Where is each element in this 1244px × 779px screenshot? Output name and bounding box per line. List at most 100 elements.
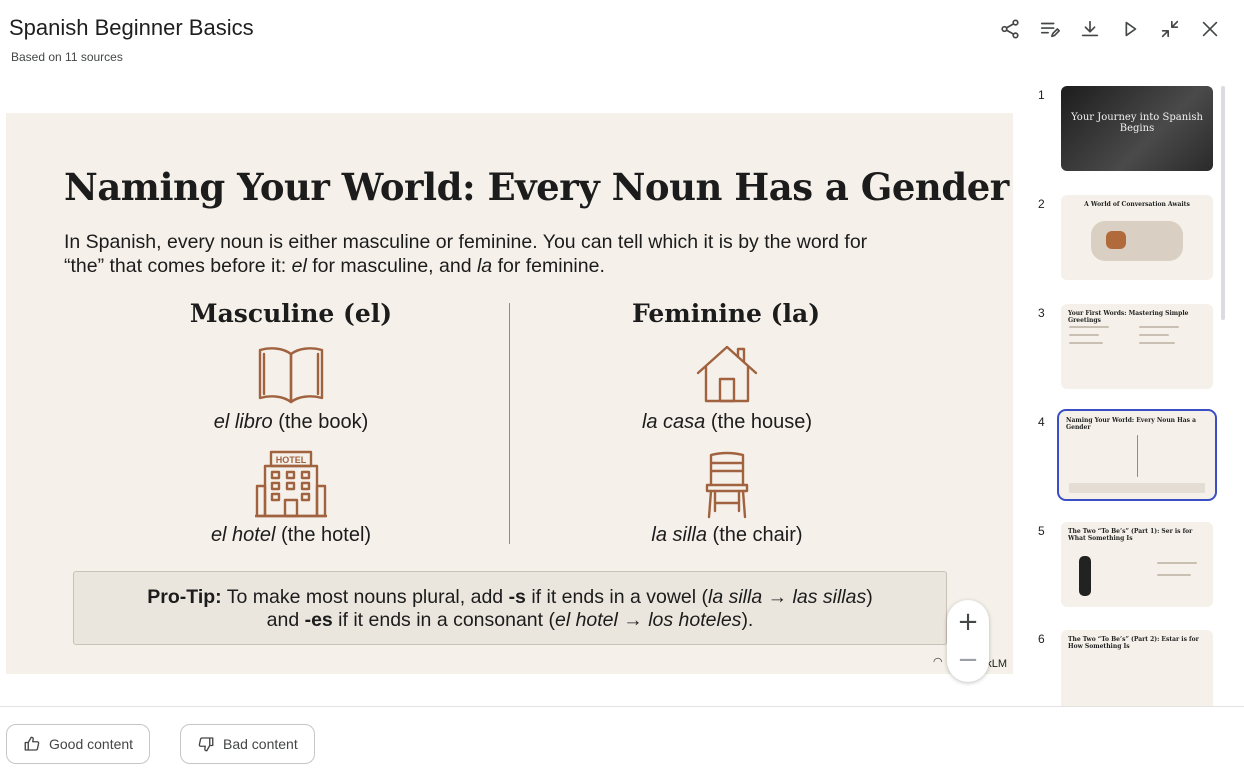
thumbnail-map [1091,221,1183,261]
protip-text: ) [866,586,873,608]
word-spanish: el hotel [210,524,276,546]
thumbnail-title: Your First Words: Mastering Simple Greet… [1068,310,1189,324]
intro-text: for masculine, and [306,255,477,277]
header: Spanish Beginner Basics Based on 11 sour… [0,0,1244,80]
word-spanish: la casa [641,411,706,433]
bad-content-label: Bad content [223,736,298,752]
thumbnail-line [1069,334,1099,336]
word-english: (the hotel) [275,524,372,546]
intro-el: el [291,255,307,277]
slide-thumbnails: 1 Your Journey into Spanish Begins 2 A W… [1030,84,1226,706]
close-icon [1202,21,1218,37]
book-icon [251,341,331,405]
slide-intro: In Spanish, every noun is either masculi… [64,230,964,278]
toolbar [992,14,1228,44]
brand-mark-icon: ◠ [933,656,943,668]
page-title: Spanish Beginner Basics [9,15,254,40]
thumbs-up-icon [24,736,40,751]
word-english: (the chair) [706,524,803,546]
thumbnail-title: The Two “To Be’s” (Part 1): Ser is for W… [1068,528,1193,542]
thumbnail-slide-4[interactable]: Naming Your World: Every Noun Has a Gend… [1057,409,1217,501]
thumbnail-line [1069,342,1103,344]
zoom-out-button[interactable]: − [947,640,989,680]
thumbnail-slide-2[interactable]: A World of Conversation Awaits [1061,195,1213,280]
protip-example: la silla → las sillas [708,586,867,608]
protip-suffix-s: -s [508,586,526,608]
chair-icon [687,449,767,521]
thumbnail-slide-5[interactable]: The Two “To Be’s” (Part 1): Ser is for W… [1061,522,1213,607]
intro-la: la [476,255,493,277]
thumbnail-slide-6[interactable]: The Two “To Be’s” (Part 2): Estar is for… [1061,630,1213,706]
hotel-icon: HOTEL [251,449,331,521]
feminine-heading: Feminine (la) [631,299,821,328]
thumbnail-line [1157,562,1197,564]
protip-suffix-es: -es [304,609,333,631]
edit-outline-button[interactable] [1032,14,1068,44]
intro-text: for feminine. [492,255,605,277]
intro-text: “the” that comes before it: [64,255,292,277]
share-button[interactable] [992,14,1028,44]
thumbnail-number: 4 [1038,415,1045,429]
thumbnail-map-highlight [1106,231,1126,249]
thumbnail-slide-3[interactable]: Your First Words: Mastering Simple Greet… [1061,304,1213,389]
thumbnail-number: 2 [1038,197,1045,211]
protip-label: Pro-Tip: [147,586,222,608]
thumbnail-item[interactable]: 1 Your Journey into Spanish Begins [1030,86,1226,176]
word-book: el libro (the book) [131,411,451,434]
word-house: la casa (the house) [567,411,887,434]
thumbnail-line [1139,334,1169,336]
word-english: (the house) [705,411,813,433]
collapse-icon [1161,20,1179,38]
zoom-controls: + − [947,600,989,682]
play-button[interactable] [1112,14,1148,44]
zoom-in-button[interactable]: + [947,602,989,642]
word-english: (the book) [272,411,369,433]
feedback-bar: Good content Bad content [0,706,1244,779]
bad-content-button[interactable]: Bad content [180,724,315,764]
thumbnail-item[interactable]: 6 The Two “To Be’s” (Part 2): Estar is f… [1030,630,1226,706]
slide-footer: kLM [986,658,1007,670]
slide-canvas: Naming Your World: Every Noun Has a Gend… [6,113,1013,674]
column-divider [509,303,510,544]
sources-caption: Based on 11 sources [11,50,123,64]
thumbnail-title: Naming Your World: Every Noun Has a Gend… [1066,417,1197,431]
thumbnail-line [1157,574,1191,576]
thumbnail-number: 5 [1038,524,1045,538]
protip-text: if it ends in a vowel ( [525,586,708,608]
edit-list-icon [1040,22,1060,38]
protip-text: and [266,609,305,631]
protip-box: Pro-Tip: To make most nouns plural, add … [73,571,947,645]
protip-example: el hotel → los hoteles [554,609,742,631]
download-button[interactable] [1072,14,1108,44]
house-icon [687,342,767,406]
thumbnail-title: The Two “To Be’s” (Part 2): Estar is for… [1068,636,1199,650]
thumbnail-item[interactable]: 3 Your First Words: Mastering Simple Gre… [1030,304,1226,394]
thumbnail-line [1069,326,1109,328]
thumbnail-figure [1079,556,1091,596]
thumbnail-line [1139,342,1175,344]
play-icon [1125,21,1137,37]
thumbnail-slide-1[interactable]: Your Journey into Spanish Begins [1061,86,1213,171]
thumbnails-scrollbar[interactable] [1221,86,1225,320]
thumbnail-number: 6 [1038,632,1045,646]
thumbnail-item[interactable]: 2 A World of Conversation Awaits [1030,195,1226,285]
word-spanish: el libro [213,411,273,433]
hotel-sign-text: HOTEL [276,455,307,465]
good-content-label: Good content [49,736,134,752]
slide-title: Naming Your World: Every Noun Has a Gend… [64,165,1009,209]
download-icon [1081,20,1099,37]
collapse-button[interactable] [1152,14,1188,44]
intro-line-1: In Spanish, every noun is either masculi… [64,231,868,253]
thumbnail-item[interactable]: 4 Naming Your World: Every Noun Has a Ge… [1030,409,1226,503]
thumbnail-item[interactable]: 5 The Two “To Be’s” (Part 1): Ser is for… [1030,522,1226,612]
masculine-heading: Masculine (el) [189,299,393,328]
close-button[interactable] [1192,14,1228,44]
word-spanish: la silla [651,524,707,546]
thumbnail-title: Your Journey into Spanish Begins [1071,112,1203,134]
thumbnail-number: 3 [1038,306,1045,320]
share-icon [1001,19,1019,39]
thumbnail-number: 1 [1038,88,1045,102]
protip-text: ). [741,609,754,631]
good-content-button[interactable]: Good content [6,724,151,764]
thumbnail-line [1139,326,1179,328]
